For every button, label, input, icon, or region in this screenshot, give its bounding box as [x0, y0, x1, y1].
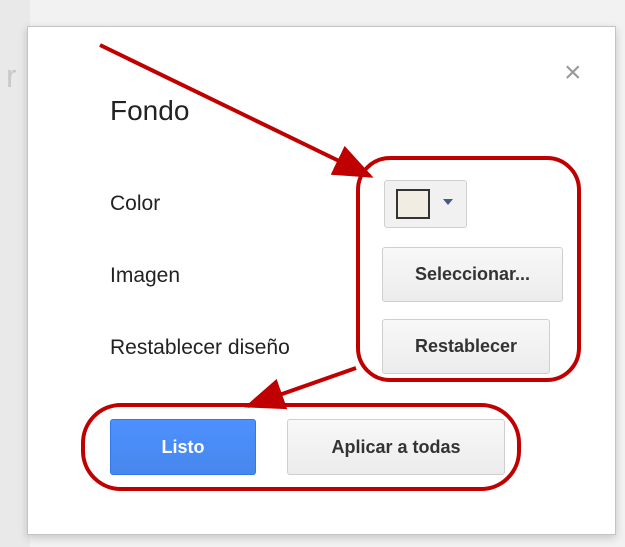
annotation-arrow-to-controls [99, 43, 374, 178]
annotation-arrow-to-buttons [244, 366, 357, 410]
annotation-highlight-controls [356, 156, 581, 382]
annotation-overlay [81, 43, 581, 491]
annotation-highlight-buttons [81, 403, 521, 491]
